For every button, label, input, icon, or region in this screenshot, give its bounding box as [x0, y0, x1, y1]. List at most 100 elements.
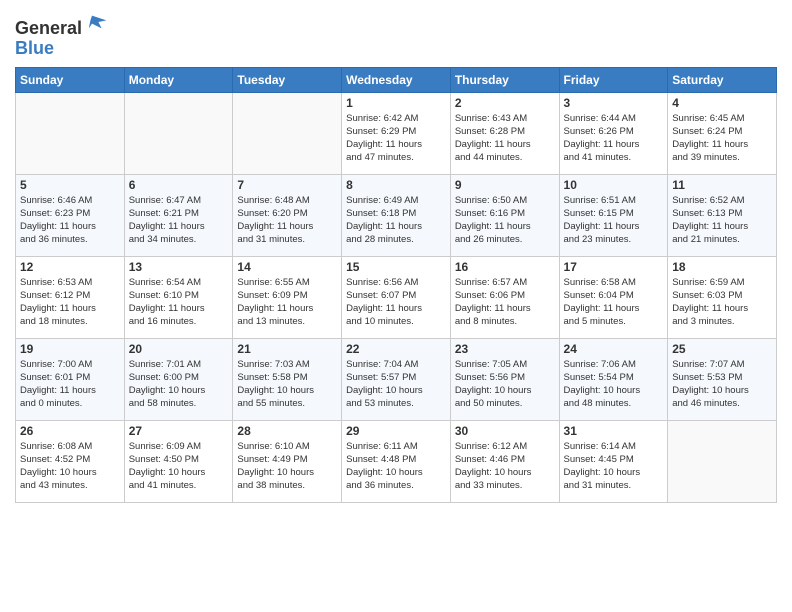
day-info: Sunrise: 6:46 AM Sunset: 6:23 PM Dayligh…: [20, 194, 120, 247]
logo: General Blue: [15, 10, 108, 59]
day-info: Sunrise: 6:08 AM Sunset: 4:52 PM Dayligh…: [20, 440, 120, 493]
day-number: 4: [672, 96, 772, 110]
calendar-day-cell: [16, 92, 125, 174]
calendar-day-cell: 13 Sunrise: 6:54 AM Sunset: 6:10 PM Dayli…: [124, 256, 233, 338]
calendar-day-cell: 31 Sunrise: 6:14 AM Sunset: 4:45 PM Dayli…: [559, 420, 668, 502]
day-info: Sunrise: 7:06 AM Sunset: 5:54 PM Dayligh…: [564, 358, 664, 411]
calendar-day-cell: 17 Sunrise: 6:58 AM Sunset: 6:04 PM Dayli…: [559, 256, 668, 338]
calendar-day-cell: 15Sunrise: 6:56 AM Sunset: 6:07 PM Dayli…: [342, 256, 451, 338]
day-number: 8: [346, 178, 446, 192]
calendar-day-cell: 1 Sunrise: 6:42 AM Sunset: 6:29 PM Daylig…: [342, 92, 451, 174]
calendar-day-cell: 20Sunrise: 7:01 AM Sunset: 6:00 PM Dayli…: [124, 338, 233, 420]
day-info: Sunrise: 6:48 AM Sunset: 6:20 PM Dayligh…: [237, 194, 337, 247]
day-info: Sunrise: 6:47 AM Sunset: 6:21 PM Dayligh…: [129, 194, 229, 247]
calendar-day-cell: 25 Sunrise: 7:07 AM Sunset: 5:53 PM Dayli…: [668, 338, 777, 420]
day-info: Sunrise: 6:50 AM Sunset: 6:16 PM Dayligh…: [455, 194, 555, 247]
calendar-day-cell: 19 Sunrise: 7:00 AM Sunset: 6:01 PM Dayli…: [16, 338, 125, 420]
calendar-day-cell: 7 Sunrise: 6:48 AM Sunset: 6:20 PM Daylig…: [233, 174, 342, 256]
day-number: 7: [237, 178, 337, 192]
day-info: Sunrise: 7:07 AM Sunset: 5:53 PM Dayligh…: [672, 358, 772, 411]
calendar-day-cell: 24 Sunrise: 7:06 AM Sunset: 5:54 PM Dayli…: [559, 338, 668, 420]
day-number: 30: [455, 424, 555, 438]
calendar-header-row: SundayMondayTuesdayWednesdayThursdayFrid…: [16, 67, 777, 92]
day-number: 22: [346, 342, 446, 356]
day-info: Sunrise: 6:45 AM Sunset: 6:24 PM Dayligh…: [672, 112, 772, 165]
calendar-week-row: 26 Sunrise: 6:08 AM Sunset: 4:52 PM Dayli…: [16, 420, 777, 502]
day-number: 14: [237, 260, 337, 274]
day-info: Sunrise: 6:43 AM Sunset: 6:28 PM Dayligh…: [455, 112, 555, 165]
day-number: 25: [672, 342, 772, 356]
day-info: Sunrise: 6:52 AM Sunset: 6:13 PM Dayligh…: [672, 194, 772, 247]
day-number: 10: [564, 178, 664, 192]
calendar-day-cell: 18 Sunrise: 6:59 AM Sunset: 6:03 PM Dayli…: [668, 256, 777, 338]
calendar-day-cell: 8 Sunrise: 6:49 AM Sunset: 6:18 PM Daylig…: [342, 174, 451, 256]
day-number: 9: [455, 178, 555, 192]
day-number: 12: [20, 260, 120, 274]
calendar-week-row: 12 Sunrise: 6:53 AM Sunset: 6:12 PM Dayli…: [16, 256, 777, 338]
day-number: 31: [564, 424, 664, 438]
day-number: 18: [672, 260, 772, 274]
calendar-week-row: 5 Sunrise: 6:46 AM Sunset: 6:23 PM Daylig…: [16, 174, 777, 256]
calendar-day-cell: 11 Sunrise: 6:52 AM Sunset: 6:13 PM Dayli…: [668, 174, 777, 256]
day-info: Sunrise: 6:54 AM Sunset: 6:10 PM Dayligh…: [129, 276, 229, 329]
day-info: Sunrise: 6:14 AM Sunset: 4:45 PM Dayligh…: [564, 440, 664, 493]
weekday-header: Thursday: [450, 67, 559, 92]
calendar: SundayMondayTuesdayWednesdayThursdayFrid…: [15, 67, 777, 503]
calendar-day-cell: 27Sunrise: 6:09 AM Sunset: 4:50 PM Dayli…: [124, 420, 233, 502]
logo-blue-label: Blue: [15, 38, 54, 58]
day-number: 24: [564, 342, 664, 356]
calendar-day-cell: 28 Sunrise: 6:10 AM Sunset: 4:49 PM Dayli…: [233, 420, 342, 502]
weekday-header: Friday: [559, 67, 668, 92]
day-info: Sunrise: 7:05 AM Sunset: 5:56 PM Dayligh…: [455, 358, 555, 411]
calendar-day-cell: [124, 92, 233, 174]
day-info: Sunrise: 6:53 AM Sunset: 6:12 PM Dayligh…: [20, 276, 120, 329]
calendar-week-row: 1 Sunrise: 6:42 AM Sunset: 6:29 PM Daylig…: [16, 92, 777, 174]
day-info: Sunrise: 6:55 AM Sunset: 6:09 PM Dayligh…: [237, 276, 337, 329]
calendar-day-cell: [233, 92, 342, 174]
day-number: 1: [346, 96, 446, 110]
day-number: 6: [129, 178, 229, 192]
calendar-day-cell: 6 Sunrise: 6:47 AM Sunset: 6:21 PM Daylig…: [124, 174, 233, 256]
logo-blue-text: Blue: [15, 39, 108, 59]
day-info: Sunrise: 6:59 AM Sunset: 6:03 PM Dayligh…: [672, 276, 772, 329]
weekday-header: Tuesday: [233, 67, 342, 92]
page: General Blue SundayMondayTuesdayWednesda…: [0, 0, 792, 612]
day-info: Sunrise: 6:49 AM Sunset: 6:18 PM Dayligh…: [346, 194, 446, 247]
day-number: 3: [564, 96, 664, 110]
logo-text: General: [15, 10, 108, 39]
day-info: Sunrise: 6:42 AM Sunset: 6:29 PM Dayligh…: [346, 112, 446, 165]
day-info: Sunrise: 7:00 AM Sunset: 6:01 PM Dayligh…: [20, 358, 120, 411]
calendar-day-cell: 2Sunrise: 6:43 AM Sunset: 6:28 PM Daylig…: [450, 92, 559, 174]
weekday-header: Wednesday: [342, 67, 451, 92]
day-number: 19: [20, 342, 120, 356]
calendar-day-cell: 3Sunrise: 6:44 AM Sunset: 6:26 PM Daylig…: [559, 92, 668, 174]
calendar-day-cell: 9 Sunrise: 6:50 AM Sunset: 6:16 PM Daylig…: [450, 174, 559, 256]
day-info: Sunrise: 6:10 AM Sunset: 4:49 PM Dayligh…: [237, 440, 337, 493]
day-number: 28: [237, 424, 337, 438]
day-number: 5: [20, 178, 120, 192]
day-number: 26: [20, 424, 120, 438]
calendar-day-cell: 22 Sunrise: 7:04 AM Sunset: 5:57 PM Dayli…: [342, 338, 451, 420]
logo-bird-icon: [84, 10, 108, 34]
calendar-day-cell: 10 Sunrise: 6:51 AM Sunset: 6:15 PM Dayli…: [559, 174, 668, 256]
day-info: Sunrise: 6:57 AM Sunset: 6:06 PM Dayligh…: [455, 276, 555, 329]
day-number: 23: [455, 342, 555, 356]
weekday-header: Sunday: [16, 67, 125, 92]
weekday-header: Saturday: [668, 67, 777, 92]
calendar-day-cell: 4 Sunrise: 6:45 AM Sunset: 6:24 PM Daylig…: [668, 92, 777, 174]
day-number: 15: [346, 260, 446, 274]
day-number: 20: [129, 342, 229, 356]
day-number: 13: [129, 260, 229, 274]
day-info: Sunrise: 7:04 AM Sunset: 5:57 PM Dayligh…: [346, 358, 446, 411]
day-number: 21: [237, 342, 337, 356]
day-number: 11: [672, 178, 772, 192]
day-info: Sunrise: 6:51 AM Sunset: 6:15 PM Dayligh…: [564, 194, 664, 247]
logo-general: General: [15, 18, 82, 38]
day-info: Sunrise: 6:58 AM Sunset: 6:04 PM Dayligh…: [564, 276, 664, 329]
day-info: Sunrise: 7:03 AM Sunset: 5:58 PM Dayligh…: [237, 358, 337, 411]
day-number: 16: [455, 260, 555, 274]
day-info: Sunrise: 6:11 AM Sunset: 4:48 PM Dayligh…: [346, 440, 446, 493]
day-number: 27: [129, 424, 229, 438]
calendar-day-cell: 14 Sunrise: 6:55 AM Sunset: 6:09 PM Dayli…: [233, 256, 342, 338]
day-number: 17: [564, 260, 664, 274]
